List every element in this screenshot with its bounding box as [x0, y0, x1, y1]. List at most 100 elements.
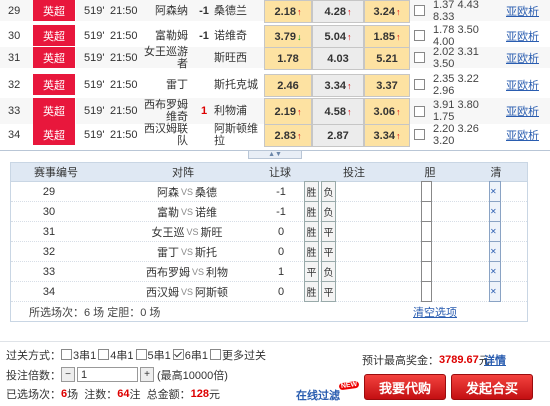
home-team[interactable]: 女王巡游者	[140, 46, 188, 70]
pass-option[interactable]: 4串1	[98, 347, 134, 363]
analysis-link[interactable]: 亚欧析	[506, 0, 546, 21]
analysis-link[interactable]: 亚欧析	[506, 98, 546, 124]
away-team[interactable]: 诺维奇	[212, 25, 264, 46]
odds-cell[interactable]: 4.28 ↑	[312, 0, 364, 23]
pick-button[interactable]: 胜	[304, 241, 319, 262]
odds-cell[interactable]: 1.85 ↑	[364, 25, 410, 48]
odds-value: 3.79	[274, 30, 296, 43]
dan-checkbox[interactable]	[416, 261, 436, 282]
home-team[interactable]: 阿森纳	[140, 0, 188, 21]
increase-button[interactable]: +	[140, 367, 154, 382]
odds-value: 2.87	[327, 129, 349, 142]
group-buy-button[interactable]: 发起合买	[451, 374, 533, 400]
online-filter-link[interactable]: 在线过滤	[296, 388, 340, 402]
analysis-link[interactable]: 亚欧析	[506, 47, 546, 68]
row-home: 女王巡	[151, 226, 185, 239]
pass-option[interactable]: 6串1	[172, 347, 208, 363]
home-team[interactable]: 西汉姆联队	[140, 123, 188, 147]
dan-checkbox[interactable]	[416, 181, 436, 202]
dan-checkbox[interactable]	[416, 221, 436, 242]
row-clear-button[interactable]: ✕	[487, 241, 503, 262]
row-clear-button[interactable]: ✕	[487, 221, 503, 242]
pass-checkbox[interactable]	[61, 349, 72, 360]
row-handicap: -1	[276, 205, 286, 218]
pick-button[interactable]: 平	[321, 241, 336, 262]
odds-cell[interactable]: 2.87	[312, 124, 364, 147]
odds-cell[interactable]: 4.03	[312, 47, 364, 70]
pass-checkbox[interactable]	[98, 349, 110, 360]
odds-cell[interactable]: 2.19 ↑	[264, 98, 312, 126]
pick-button[interactable]: 负	[321, 181, 336, 202]
away-team[interactable]: 桑德兰	[212, 0, 264, 21]
league-badge: 英超	[33, 98, 76, 124]
dan-checkbox[interactable]	[416, 201, 436, 222]
pick-button[interactable]: 胜	[304, 221, 319, 242]
close-icon: ✕	[489, 281, 501, 302]
odds-cell[interactable]: 3.34 ↑	[312, 74, 364, 97]
away-team[interactable]: 斯旺西	[212, 47, 264, 68]
pass-option[interactable]: 更多过关	[210, 347, 266, 363]
pass-option[interactable]: 3串1	[61, 347, 96, 363]
away-team[interactable]: 斯托克城	[212, 74, 264, 95]
row-away: 利物	[206, 266, 228, 279]
odds-cell[interactable]: 2.46	[264, 74, 312, 97]
collapse-toggle[interactable]: ▲▼	[248, 151, 302, 159]
row-clear-button[interactable]: ✕	[487, 261, 503, 282]
pick-button[interactable]: 平	[304, 261, 319, 282]
pick-button[interactable]: 胜	[304, 201, 319, 222]
pick-button[interactable]: 胜	[304, 181, 319, 202]
match-checkbox[interactable]	[414, 98, 428, 124]
odds-value: 3.34	[324, 79, 346, 92]
analysis-link[interactable]: 亚欧析	[506, 124, 546, 145]
odds-cell[interactable]: 2.83 ↑	[264, 124, 312, 147]
decrease-button[interactable]: −	[61, 367, 75, 382]
row-vs: VS	[180, 186, 193, 197]
away-team[interactable]: 阿斯顿维拉	[212, 123, 264, 147]
analysis-link[interactable]: 亚欧析	[506, 25, 546, 46]
pass-checkbox[interactable]	[135, 349, 147, 360]
match-checkbox[interactable]	[414, 0, 428, 21]
home-team[interactable]: 雷丁	[140, 74, 188, 95]
multiplier-input[interactable]: 1	[77, 367, 138, 382]
pick-button[interactable]: 负	[321, 261, 336, 282]
pick-button[interactable]: 负	[321, 201, 336, 222]
odds-cell[interactable]: 5.04 ↑	[312, 25, 364, 48]
away-team[interactable]: 利物浦	[212, 98, 264, 124]
odds-cell[interactable]: 4.58 ↑	[312, 98, 364, 126]
odds-cell[interactable]: 3.24 ↑	[364, 0, 410, 23]
header-clear: 清	[490, 167, 502, 179]
odds-cell[interactable]: 3.79 ↓	[264, 25, 312, 48]
odds-cell[interactable]: 3.06 ↑	[364, 98, 410, 126]
row-id: 31	[42, 225, 56, 238]
home-team[interactable]: 富勒姆	[140, 25, 188, 46]
clear-options-link[interactable]: 清空选项	[413, 303, 457, 321]
match-week: 519'	[84, 4, 105, 17]
pick-button[interactable]: 平	[321, 281, 336, 302]
odds-cell[interactable]: 3.34 ↑	[364, 124, 410, 147]
match-checkbox[interactable]	[414, 25, 428, 46]
odds-cell[interactable]: 2.18 ↑	[264, 0, 312, 23]
pass-checkbox[interactable]	[172, 349, 184, 360]
dan-checkbox[interactable]	[416, 281, 436, 302]
home-team[interactable]: 西布罗姆维奇	[140, 98, 188, 124]
odds-cell[interactable]: 5.21	[364, 47, 410, 70]
match-checkbox[interactable]	[414, 74, 428, 95]
odds-cell[interactable]: 1.78	[264, 47, 312, 70]
selected-count: 所选场次：6 场 定胆：0 场	[29, 307, 161, 319]
row-clear-button[interactable]: ✕	[487, 201, 503, 222]
analysis-link[interactable]: 亚欧析	[506, 74, 546, 95]
pick-button[interactable]: 胜	[304, 281, 319, 302]
match-checkbox[interactable]	[414, 124, 428, 145]
match-checkbox[interactable]	[414, 47, 428, 68]
row-clear-button[interactable]: ✕	[487, 281, 503, 302]
pass-option[interactable]: 5串1	[135, 347, 171, 363]
detail-link[interactable]: 详情	[484, 352, 506, 368]
selected-row: 34 西汉姆 VS 阿斯顿 0 胜平 ✕	[11, 281, 527, 302]
pass-checkbox[interactable]	[210, 349, 221, 360]
odds-cell[interactable]: 3.37	[364, 74, 410, 97]
odds-value: 4.03	[327, 52, 349, 65]
pick-button[interactable]: 平	[321, 221, 336, 242]
proxy-buy-button[interactable]: 我要代购	[364, 374, 446, 400]
dan-checkbox[interactable]	[416, 241, 436, 262]
row-clear-button[interactable]: ✕	[487, 181, 503, 202]
